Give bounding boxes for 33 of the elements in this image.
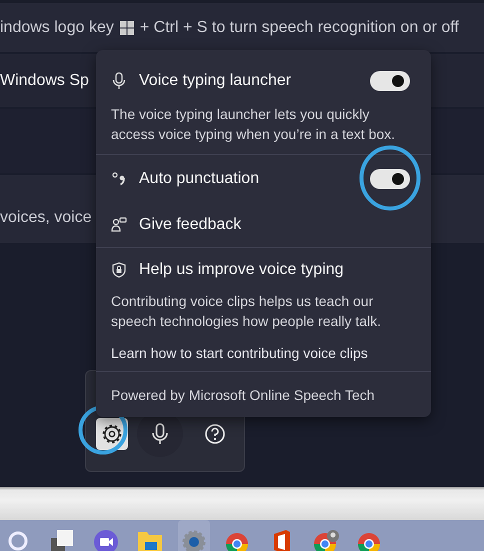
shortcut-text: + Ctrl + S to turn speech recognition on or off	[140, 18, 459, 36]
video-camera-icon	[94, 530, 118, 551]
punctuation-icon	[111, 171, 127, 187]
setting-title: Windows Sp	[0, 72, 89, 90]
browser-profile-icon	[313, 530, 339, 551]
gear-icon	[102, 424, 122, 444]
help-description: Contributing voice clips helps us teach our speech technologies how people really talk.	[111, 292, 382, 331]
toggle-switch[interactable]	[370, 169, 410, 189]
taskbar-button[interactable]	[178, 520, 210, 551]
setting-label: Auto punctuation	[139, 170, 260, 188]
shield-lock-icon	[111, 262, 127, 278]
feedback-item[interactable]: Give feedback	[96, 203, 431, 247]
microphone-icon	[150, 422, 170, 446]
browser-icon	[225, 530, 251, 551]
help-icon	[204, 423, 226, 445]
gear-icon	[182, 530, 206, 551]
setting-label: Voice typing launcher	[139, 72, 292, 90]
contribute-link[interactable]: Learn how to start contributing voice clips	[111, 341, 416, 371]
powered-by-text: Powered by Microsoft Online Speech Tech	[111, 387, 375, 405]
toggle-switch[interactable]	[370, 71, 410, 91]
search-icon	[7, 530, 29, 551]
windows-logo-icon	[120, 20, 134, 34]
squares-icon	[51, 530, 73, 551]
section-title: Help us improve voice typing	[139, 261, 345, 279]
microphone-icon	[111, 72, 127, 90]
setting-description: The voice typing launcher lets you quickly access voice typing when you’re in a text box.	[111, 105, 396, 144]
shortcut-text: indows logo key	[0, 18, 114, 36]
folder-icon	[138, 530, 162, 551]
browser-icon	[357, 530, 383, 551]
highlight-ring	[359, 145, 421, 211]
office-icon	[272, 530, 292, 551]
feedback-icon	[111, 217, 127, 233]
setting-description: voices, voice	[0, 209, 92, 227]
